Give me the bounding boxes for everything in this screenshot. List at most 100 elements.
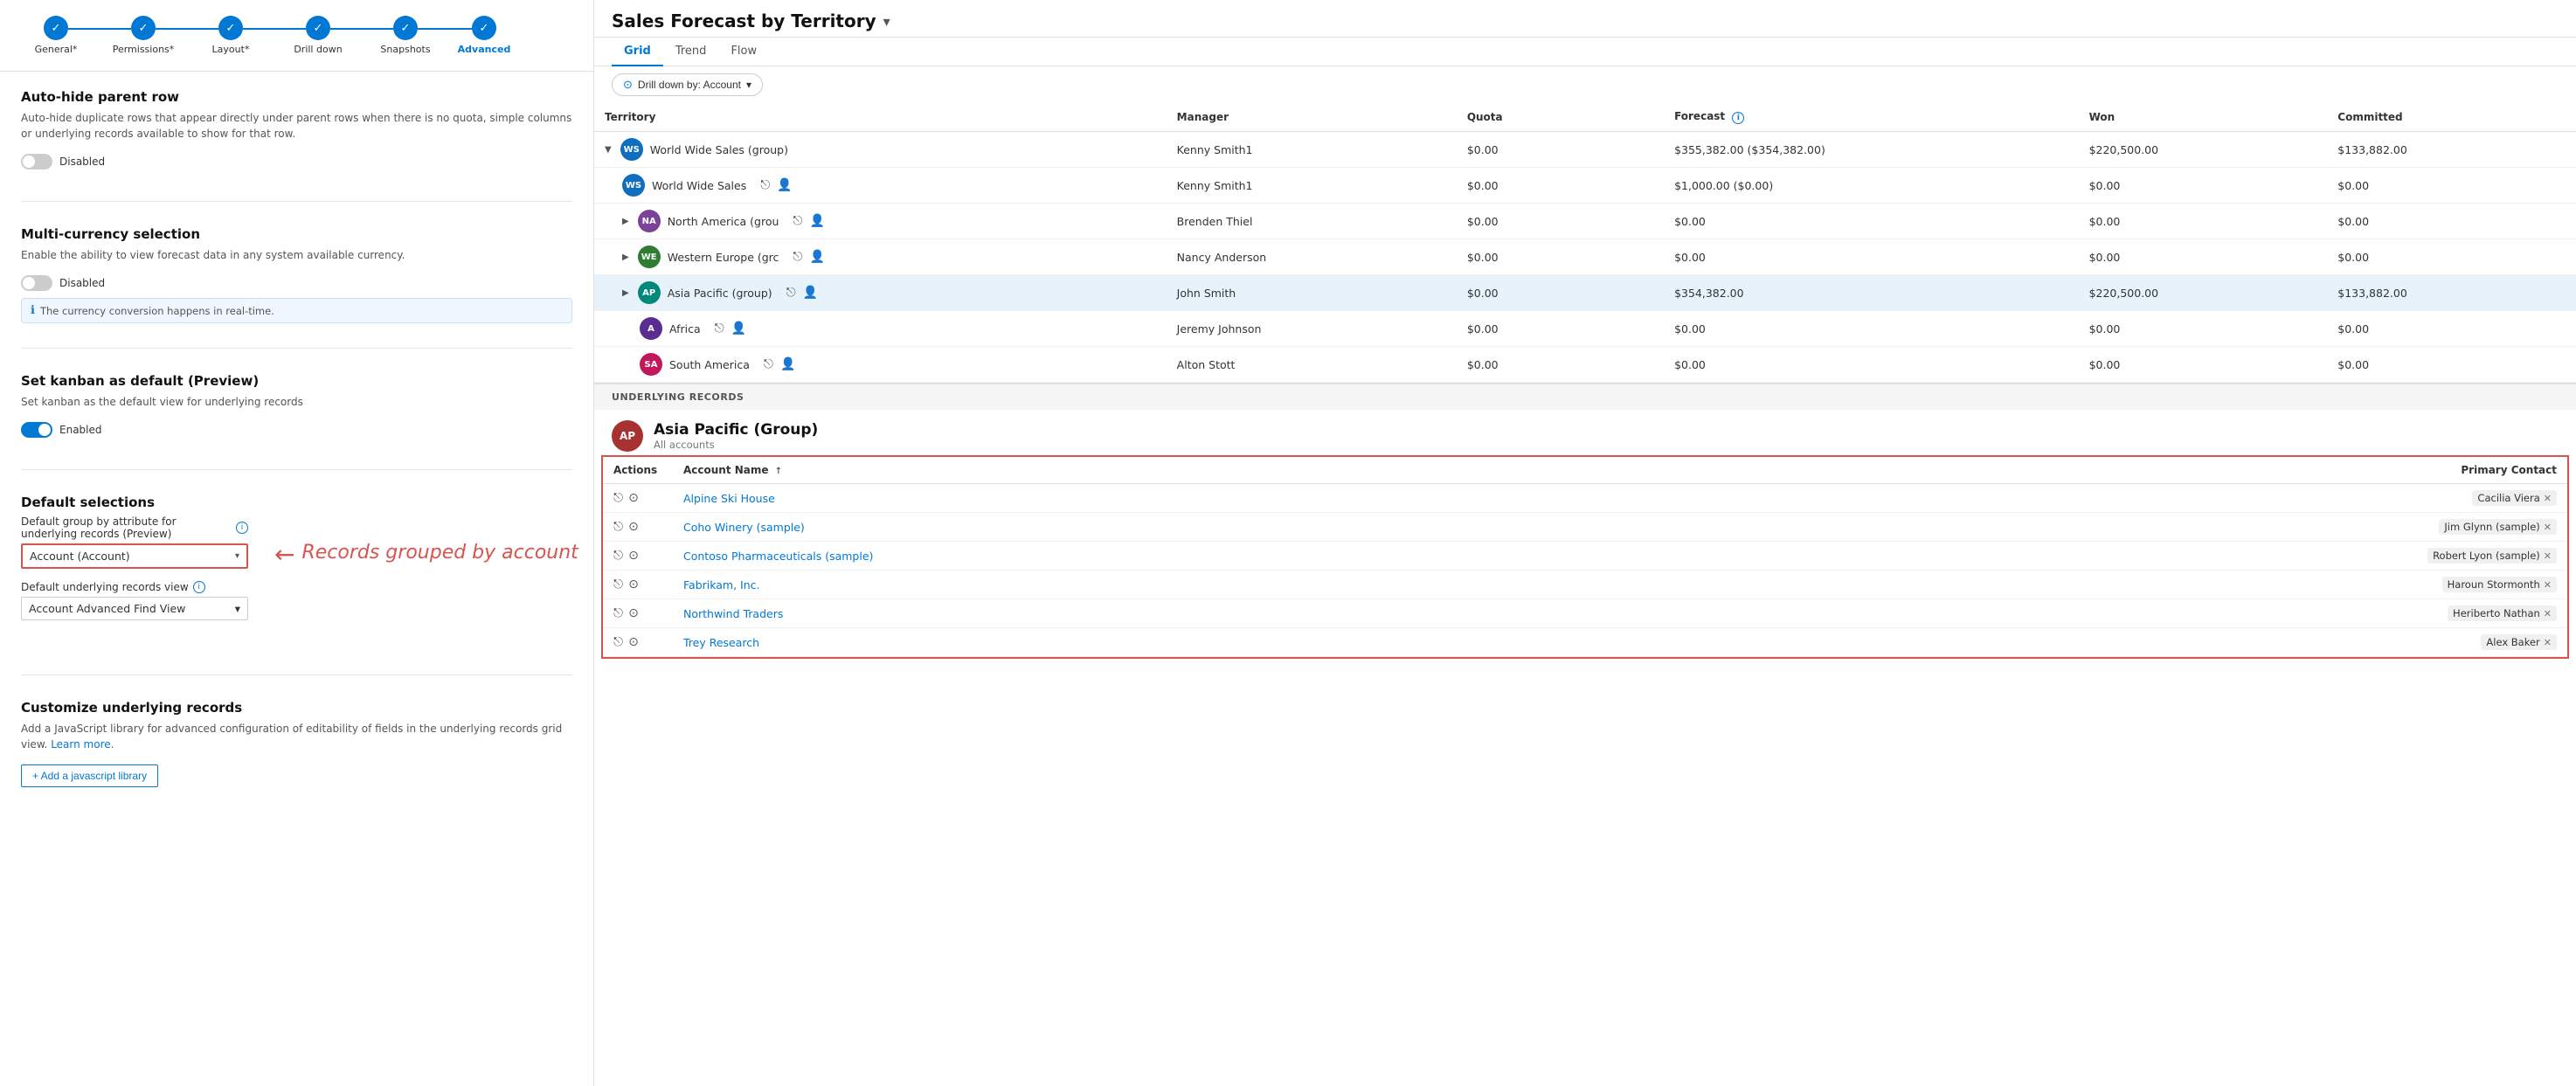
- edit-icon-0[interactable]: ⎋: [613, 491, 623, 505]
- account-name-2[interactable]: Contoso Pharmaceuticals (sample): [683, 550, 873, 563]
- account-name-1[interactable]: Coho Winery (sample): [683, 521, 805, 534]
- won-6: $0.00: [2079, 347, 2328, 383]
- contact-cell-0: Cacilia Viera ✕: [1743, 484, 2567, 513]
- share-icon-6[interactable]: ⎋: [764, 357, 773, 371]
- expand-icon-3[interactable]: ▶: [622, 252, 629, 262]
- step-layout[interactable]: Layout*: [187, 16, 274, 55]
- forecast-grid: Territory Manager Quota Forecast i Won C…: [594, 103, 2576, 1086]
- learn-more-link[interactable]: Learn more.: [51, 738, 114, 751]
- won-2: $0.00: [2079, 204, 2328, 239]
- expand-icon-2[interactable]: ▶: [622, 217, 629, 226]
- contact-tag-1: Jim Glynn (sample) ✕: [2439, 519, 2557, 535]
- user-icon-6[interactable]: 👤: [780, 357, 795, 371]
- quota-3: $0.00: [1457, 239, 1664, 275]
- forecast-title-chevron-icon[interactable]: ▾: [883, 13, 890, 30]
- more-icon-0[interactable]: ⊙: [628, 491, 639, 505]
- auto-hide-toggle-row: Disabled: [21, 154, 572, 169]
- contact-cell-3: Haroun Stormonth ✕: [1743, 571, 2567, 599]
- tab-flow[interactable]: Flow: [718, 38, 769, 66]
- actions-cell-4: ⎋ ⊙: [603, 599, 673, 628]
- kanban-toggle-row: Enabled: [21, 422, 572, 438]
- group-by-info-icon[interactable]: i: [236, 522, 248, 534]
- step-drilldown-label: Drill down: [294, 44, 342, 55]
- contact-remove-4[interactable]: ✕: [2544, 608, 2552, 619]
- territory-cell-4: ▶ AP Asia Pacific (group) ⎋ 👤: [594, 275, 1167, 311]
- col-quota: Quota: [1457, 103, 1664, 132]
- group-by-label-row: Default group by attribute for underlyin…: [21, 515, 248, 540]
- step-advanced-label: Advanced: [458, 44, 511, 55]
- contact-remove-2[interactable]: ✕: [2544, 550, 2552, 562]
- sort-icon[interactable]: ↑: [775, 467, 782, 476]
- info-icon: ℹ: [31, 304, 35, 317]
- col-territory: Territory: [594, 103, 1167, 132]
- forecast-info-icon[interactable]: i: [1732, 112, 1744, 124]
- contact-remove-5[interactable]: ✕: [2544, 637, 2552, 648]
- territory-name-1: World Wide Sales: [652, 179, 746, 192]
- expand-icon-4[interactable]: ▶: [622, 288, 629, 298]
- underlying-section: UNDERLYING RECORDS AP Asia Pacific (Grou…: [594, 383, 2576, 659]
- left-panel: General* Permissions* Layout* Drill down…: [0, 0, 594, 1086]
- user-icon-2[interactable]: 👤: [810, 214, 825, 228]
- account-name-0[interactable]: Alpine Ski House: [683, 492, 775, 505]
- contact-remove-3[interactable]: ✕: [2544, 579, 2552, 591]
- underlying-group-subtitle: All accounts: [654, 439, 818, 451]
- avatar-6: SA: [640, 353, 662, 376]
- auto-hide-toggle[interactable]: [21, 154, 52, 169]
- add-javascript-button[interactable]: + Add a javascript library: [21, 764, 158, 787]
- multi-currency-title: Multi-currency selection: [21, 226, 572, 242]
- kanban-toggle[interactable]: [21, 422, 52, 438]
- table-row: ▶ AP Asia Pacific (group) ⎋ 👤 John Smith…: [594, 275, 2576, 311]
- share-icon-4[interactable]: ⎋: [786, 286, 796, 300]
- quota-5: $0.00: [1457, 311, 1664, 347]
- view-select[interactable]: Account Advanced Find View ▾: [21, 597, 248, 620]
- user-icon-3[interactable]: 👤: [810, 250, 825, 264]
- settings-content: Auto-hide parent row Auto-hide duplicate…: [0, 72, 593, 854]
- step-permissions[interactable]: Permissions*: [100, 16, 187, 55]
- edit-icon-2[interactable]: ⎋: [613, 549, 623, 563]
- more-icon-2[interactable]: ⊙: [628, 549, 639, 563]
- user-icon-5[interactable]: 👤: [731, 322, 746, 335]
- territory-name-6: South America: [669, 358, 750, 371]
- list-item: ⎋ ⊙ Contoso Pharmaceuticals (sample) Rob…: [603, 542, 2567, 571]
- contact-remove-1[interactable]: ✕: [2544, 522, 2552, 533]
- drill-down-button[interactable]: ⊙ Drill down by: Account ▾: [612, 73, 763, 96]
- tab-trend[interactable]: Trend: [663, 38, 719, 66]
- step-general[interactable]: General*: [12, 16, 100, 55]
- table-row: ▼ WS World Wide Sales (group) Kenny Smit…: [594, 132, 2576, 168]
- contact-remove-0[interactable]: ✕: [2544, 493, 2552, 504]
- view-info-icon[interactable]: i: [193, 581, 205, 593]
- user-icon-1[interactable]: 👤: [777, 178, 792, 192]
- avatar-5: A: [640, 317, 662, 340]
- edit-icon-5[interactable]: ⎋: [613, 635, 623, 649]
- step-drilldown[interactable]: Drill down: [274, 16, 362, 55]
- account-name-5[interactable]: Trey Research: [683, 636, 759, 649]
- committed-6: $0.00: [2327, 347, 2576, 383]
- edit-icon-3[interactable]: ⎋: [613, 578, 623, 591]
- more-icon-1[interactable]: ⊙: [628, 520, 639, 534]
- more-icon-3[interactable]: ⊙: [628, 578, 639, 591]
- edit-icon-4[interactable]: ⎋: [613, 606, 623, 620]
- account-name-4[interactable]: Northwind Traders: [683, 607, 783, 620]
- forecast-0: $355,382.00 ($354,382.00): [1664, 132, 2079, 168]
- multi-currency-toggle[interactable]: [21, 275, 52, 291]
- share-icon-1[interactable]: ⎋: [760, 178, 770, 192]
- step-advanced[interactable]: ✓ Advanced: [449, 16, 519, 55]
- group-by-select[interactable]: Account (Account) ▾: [21, 543, 248, 569]
- avatar-4: AP: [638, 281, 661, 304]
- territory-name-4: Asia Pacific (group): [668, 287, 772, 300]
- contact-tag-0: Cacilia Viera ✕: [2472, 490, 2557, 506]
- step-snapshots[interactable]: Snapshots: [362, 16, 449, 55]
- step-layout-circle: [218, 16, 243, 40]
- account-name-3[interactable]: Fabrikam, Inc.: [683, 578, 760, 591]
- share-icon-2[interactable]: ⎋: [793, 214, 802, 228]
- user-icon-4[interactable]: 👤: [803, 286, 818, 300]
- auto-hide-desc: Auto-hide duplicate rows that appear dir…: [21, 110, 572, 142]
- more-icon-4[interactable]: ⊙: [628, 606, 639, 620]
- edit-icon-1[interactable]: ⎋: [613, 520, 623, 534]
- share-icon-5[interactable]: ⎋: [715, 322, 724, 335]
- avatar-2: NA: [638, 210, 661, 232]
- expand-icon-0[interactable]: ▼: [605, 145, 612, 155]
- share-icon-3[interactable]: ⎋: [793, 250, 802, 264]
- tab-grid[interactable]: Grid: [612, 38, 663, 66]
- more-icon-5[interactable]: ⊙: [628, 635, 639, 649]
